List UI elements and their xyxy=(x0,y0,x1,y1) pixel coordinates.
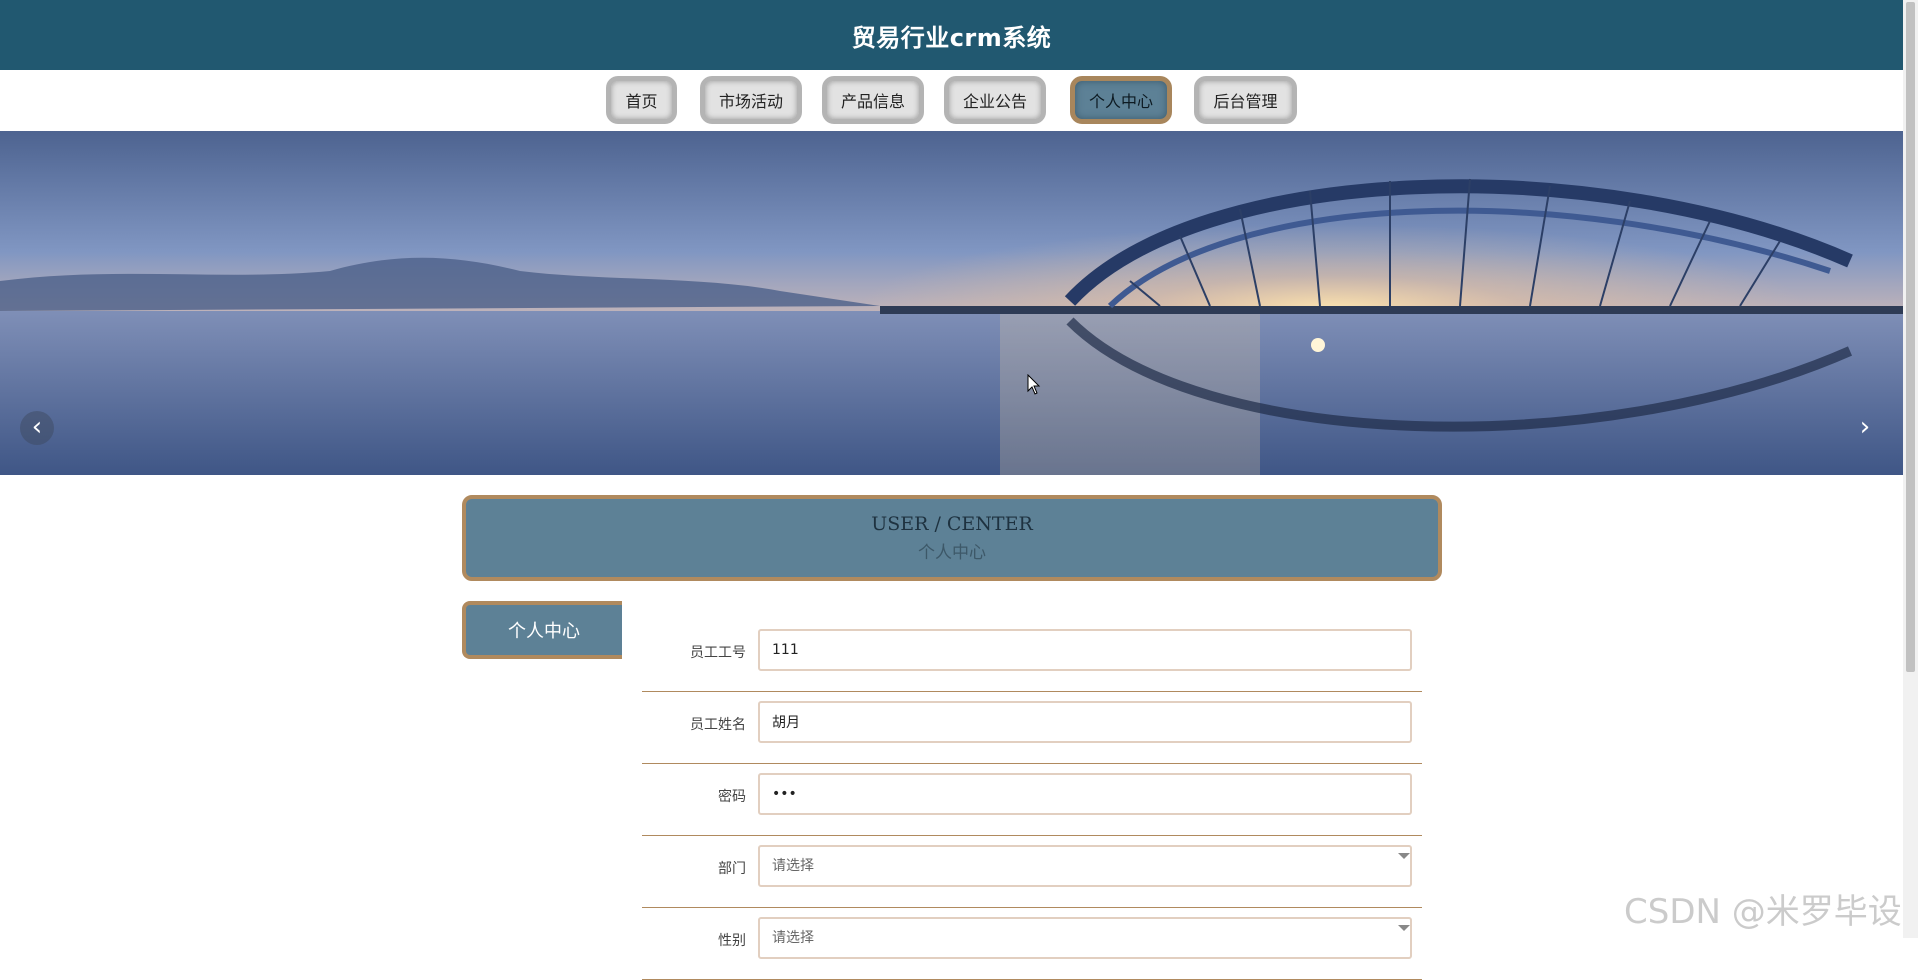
carousel-prev-button[interactable]: ‹ xyxy=(20,411,54,445)
nav-product-info[interactable]: 产品信息 xyxy=(822,76,924,124)
password-label: 密码 xyxy=(718,789,746,805)
employee-name-input[interactable] xyxy=(758,701,1412,743)
gender-label: 性别 xyxy=(718,933,746,949)
section-title-zh: 个人中心 xyxy=(918,543,986,563)
chevron-down-icon xyxy=(1398,925,1410,931)
section-header: USER / CENTER 个人中心 xyxy=(462,495,1442,581)
department-label: 部门 xyxy=(718,861,746,877)
app-title: 贸易行业crm系统 xyxy=(851,23,1052,52)
banner-carousel[interactable]: ‹ › xyxy=(0,131,1903,475)
nav-market-activities[interactable]: 市场活动 xyxy=(700,76,802,124)
department-select[interactable]: 请选择 xyxy=(758,845,1412,887)
form-row-department: 部门 请选择 xyxy=(642,836,1422,908)
mouse-cursor-icon xyxy=(1027,374,1041,395)
scrollbar-thumb[interactable] xyxy=(1906,2,1915,672)
gender-select[interactable]: 请选择 xyxy=(758,917,1412,959)
sidebar-tab-user-center[interactable]: 个人中心 xyxy=(462,601,622,659)
vertical-scrollbar[interactable] xyxy=(1903,0,1918,938)
nav-user-center[interactable]: 个人中心 xyxy=(1070,76,1172,124)
nav-company-notices[interactable]: 企业公告 xyxy=(944,76,1046,124)
form-row-employee-name: 员工姓名 xyxy=(642,692,1422,764)
carousel-next-button[interactable]: › xyxy=(1848,411,1882,445)
employee-id-input[interactable] xyxy=(758,629,1412,671)
chevron-left-icon: ‹ xyxy=(31,412,43,442)
employee-id-label: 员工工号 xyxy=(690,645,746,661)
nav-admin[interactable]: 后台管理 xyxy=(1194,76,1297,124)
banner-image xyxy=(0,131,1903,475)
user-profile-form: 员工工号 员工姓名 密码 部门 请选择 性别 请选择 xyxy=(642,620,1422,980)
employee-name-label: 员工姓名 xyxy=(690,717,746,733)
top-header: 贸易行业crm系统 xyxy=(0,0,1903,70)
chevron-down-icon xyxy=(1398,853,1410,859)
watermark: CSDN @米罗毕设 xyxy=(1624,892,1902,932)
form-row-gender: 性别 请选择 xyxy=(642,908,1422,980)
form-row-employee-id: 员工工号 xyxy=(642,620,1422,692)
form-row-password: 密码 xyxy=(642,764,1422,836)
main-nav: 首页 市场活动 产品信息 企业公告 个人中心 后台管理 xyxy=(0,76,1903,126)
password-input[interactable] xyxy=(758,773,1412,815)
section-title-en: USER / CENTER xyxy=(871,513,1033,535)
chevron-right-icon: › xyxy=(1859,412,1871,442)
nav-home[interactable]: 首页 xyxy=(606,76,677,124)
